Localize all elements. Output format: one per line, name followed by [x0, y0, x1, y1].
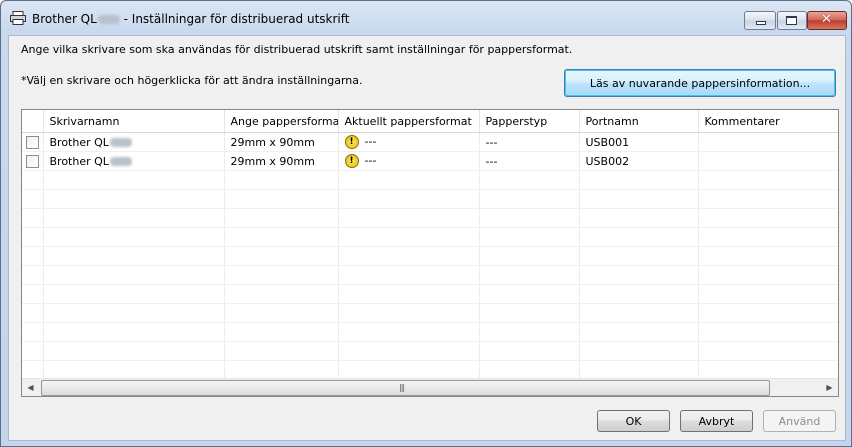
- cancel-button[interactable]: Avbryt: [680, 410, 753, 432]
- column-header-comments[interactable]: Kommentarer: [698, 110, 838, 133]
- printer-table: Skrivarnamn Ange pappersformat Aktuellt …: [22, 110, 838, 396]
- minimize-button[interactable]: [744, 11, 776, 30]
- horizontal-scrollbar[interactable]: ◀ ||| ▶: [22, 378, 838, 396]
- printer-name-cell: Brother QL: [43, 132, 225, 152]
- row-select-cell: [22, 132, 44, 152]
- port-name-cell: USB001: [579, 132, 699, 152]
- table-row[interactable]: Brother QL 29mm x 90mm ! --- --- USB002: [22, 151, 838, 171]
- comment-cell: [698, 132, 838, 152]
- printer-icon: [10, 11, 26, 25]
- row-checkbox[interactable]: [25, 154, 39, 168]
- column-header-select[interactable]: [22, 110, 44, 133]
- column-header-current-format[interactable]: Aktuellt pappersformat: [338, 110, 480, 133]
- read-paper-info-button[interactable]: Läs av nuvarande pappersinformation...: [564, 69, 836, 97]
- scroll-right-icon[interactable]: ▶: [821, 379, 838, 396]
- dialog-window: Brother QL - Inställningar för distribue…: [0, 0, 852, 447]
- title-bar[interactable]: Brother QL - Inställningar för distribue…: [1, 1, 851, 35]
- current-format-cell: ! ---: [338, 151, 480, 171]
- port-name-cell: USB002: [579, 151, 699, 171]
- ok-button[interactable]: OK: [597, 410, 670, 432]
- printer-list[interactable]: Skrivarnamn Ange pappersformat Aktuellt …: [21, 109, 839, 397]
- column-header-port-name[interactable]: Portnamn: [579, 110, 699, 133]
- empty-row: [22, 341, 838, 361]
- column-header-paper-format[interactable]: Ange pappersformat: [224, 110, 339, 133]
- close-button[interactable]: ✕: [807, 11, 847, 30]
- paper-type-cell: ---: [479, 151, 580, 171]
- redacted-model: [109, 157, 132, 166]
- column-header-printer-name[interactable]: Skrivarnamn: [43, 110, 225, 133]
- empty-row: [22, 189, 838, 209]
- scrollbar-thumb[interactable]: |||: [41, 380, 770, 396]
- redacted-model: [97, 15, 120, 24]
- warning-icon: !: [344, 154, 359, 168]
- apply-button[interactable]: Använd: [763, 410, 836, 432]
- table-row[interactable]: Brother QL 29mm x 90mm ! --- --- USB001: [22, 132, 838, 152]
- window-title: Brother QL - Inställningar för distribue…: [32, 12, 350, 26]
- empty-row: [22, 246, 838, 266]
- empty-row: [22, 303, 838, 323]
- close-icon: ✕: [821, 12, 832, 27]
- paper-type-cell: ---: [479, 132, 580, 152]
- row-select-cell: [22, 151, 44, 171]
- maximize-button[interactable]: [777, 11, 807, 30]
- comment-cell: [698, 151, 838, 171]
- empty-row: [22, 208, 838, 228]
- hint-text: *Välj en skrivare och högerklicka för at…: [21, 74, 363, 87]
- scroll-left-icon[interactable]: ◀: [22, 379, 39, 396]
- paper-format-cell: 29mm x 90mm: [224, 151, 339, 171]
- table-header: Skrivarnamn Ange pappersformat Aktuellt …: [22, 110, 838, 133]
- empty-row: [22, 360, 838, 380]
- warning-icon: !: [344, 135, 359, 149]
- redacted-model: [109, 138, 132, 147]
- empty-row: [22, 322, 838, 342]
- grip-icon: |||: [399, 383, 405, 392]
- empty-row: [22, 265, 838, 285]
- printer-name-cell: Brother QL: [43, 151, 225, 171]
- empty-row: [22, 170, 838, 190]
- empty-row: [22, 227, 838, 247]
- empty-row: [22, 284, 838, 304]
- column-header-paper-type[interactable]: Papperstyp: [479, 110, 580, 133]
- paper-format-cell: 29mm x 90mm: [224, 132, 339, 152]
- row-checkbox[interactable]: [25, 135, 39, 149]
- maximize-icon: [786, 16, 797, 25]
- minimize-icon: [756, 21, 766, 25]
- instruction-text: Ange vilka skrivare som ska användas för…: [21, 43, 573, 56]
- current-format-cell: ! ---: [338, 132, 480, 152]
- dialog-client-area: Ange vilka skrivare som ska användas för…: [8, 35, 846, 441]
